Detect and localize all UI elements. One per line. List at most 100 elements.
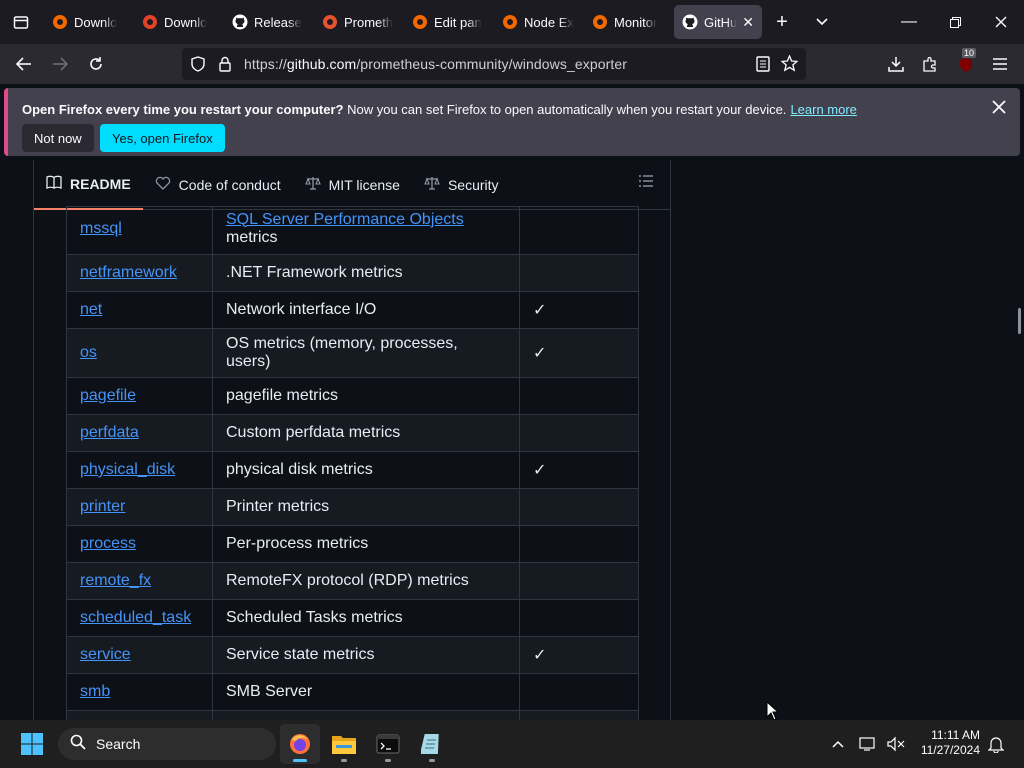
firefox-view-icon[interactable]: [0, 0, 42, 44]
readme-tab[interactable]: Security: [412, 160, 511, 210]
menu-hamburger-icon[interactable]: [982, 48, 1018, 80]
table-row: pagefile pagefile metrics: [66, 377, 639, 415]
collector-link[interactable]: pagefile: [80, 387, 136, 404]
forward-button[interactable]: [42, 48, 78, 80]
tab-title: Downlo: [74, 14, 118, 30]
collector-link[interactable]: os: [80, 344, 97, 361]
description-cell: RemoteFX protocol (RDP) metrics: [212, 562, 520, 600]
readme-tab[interactable]: Code of conduct: [143, 160, 293, 210]
lock-icon[interactable]: [218, 56, 232, 75]
restore-button[interactable]: [932, 0, 978, 44]
tab-title: Node Ex: [524, 14, 574, 30]
readme-tab[interactable]: MIT license: [293, 160, 412, 210]
description-text: Printer metrics: [226, 498, 330, 515]
heart-icon: [155, 176, 171, 193]
taskbar-terminal-icon[interactable]: [368, 724, 408, 764]
extensions-puzzle-icon[interactable]: [912, 48, 948, 80]
taskbar-firefox-icon[interactable]: [280, 724, 320, 764]
grafana-icon: [52, 14, 68, 30]
collector-link[interactable]: service: [80, 646, 131, 663]
collector-name-cell: printer: [66, 488, 213, 526]
collector-link[interactable]: perfdata: [80, 424, 139, 441]
close-window-button[interactable]: [978, 0, 1024, 44]
collector-link[interactable]: mssql: [80, 220, 122, 237]
scale-icon: [304, 176, 321, 193]
description-text: Per-process metrics: [226, 535, 369, 552]
readme-tab-label: Security: [447, 176, 499, 193]
collector-link[interactable]: smb: [80, 683, 110, 700]
description-text: pagefile metrics: [226, 387, 339, 404]
browser-tab[interactable]: Downlo: [134, 5, 222, 39]
collector-link[interactable]: net: [80, 301, 102, 318]
prometheus-icon: [322, 14, 338, 30]
collector-link[interactable]: remote_fx: [80, 572, 151, 589]
tab-title: Edit pan: [434, 14, 482, 30]
browser-tab[interactable]: Downlo: [44, 5, 132, 39]
description-text: OS metrics (memory, processes, users): [226, 335, 458, 370]
enabled-by-default-cell: [519, 673, 639, 711]
system-clock[interactable]: 11:11 AM 11/27/2024: [921, 728, 980, 758]
description-text: SMB Server: [226, 683, 313, 700]
yes-open-firefox-button[interactable]: Yes, open Firefox: [100, 124, 225, 152]
collector-link[interactable]: netframework: [80, 264, 177, 281]
learn-more-link[interactable]: Learn more: [790, 102, 856, 117]
default-browser-notification: Open Firefox every time you restart your…: [0, 84, 1024, 160]
table-row: printer Printer metrics: [66, 488, 639, 526]
description-text: .NET Framework metrics: [226, 264, 403, 281]
browser-tab[interactable]: GitHu ✕: [674, 5, 762, 39]
collector-link[interactable]: process: [80, 535, 136, 552]
readme-tab-label: MIT license: [328, 176, 400, 193]
collector-name-cell: os: [66, 328, 213, 378]
close-notification-icon[interactable]: [992, 98, 1006, 119]
description-cell: SQL Server Performance Objects metrics: [212, 206, 520, 255]
reload-button[interactable]: [78, 48, 114, 80]
bookmark-star-icon[interactable]: [780, 54, 799, 75]
table-row: remote_fx RemoteFX protocol (RDP) metrics: [66, 562, 639, 600]
notification-text: Now you can set Firefox to open automati…: [343, 102, 787, 117]
collector-link[interactable]: physical_disk: [80, 461, 175, 478]
outline-list-icon[interactable]: [638, 174, 654, 193]
description-cell: Service state metrics: [212, 636, 520, 674]
browser-tab[interactable]: Release: [224, 5, 312, 39]
navigation-toolbar: https://github.com/prometheus-community/…: [0, 44, 1024, 84]
collector-link[interactable]: printer: [80, 498, 125, 515]
collector-name-cell: netframework: [66, 254, 213, 292]
minimize-button[interactable]: —: [886, 0, 932, 44]
readme-tab[interactable]: README: [34, 160, 143, 210]
browser-tab[interactable]: Prometh: [314, 5, 402, 39]
tab-title: Prometh: [344, 14, 394, 30]
description-link[interactable]: SQL Server Performance Objects: [226, 211, 464, 228]
url-bar[interactable]: https://github.com/prometheus-community/…: [182, 48, 806, 80]
close-tab-icon[interactable]: ✕: [742, 14, 754, 31]
reader-view-icon[interactable]: [756, 56, 770, 75]
taskbar-file-explorer-icon[interactable]: [324, 724, 364, 764]
description-cell: SMB Server: [212, 673, 520, 711]
not-now-button[interactable]: Not now: [22, 124, 94, 152]
tracking-protection-shield-icon[interactable]: [190, 56, 206, 75]
browser-tab[interactable]: Edit pan: [404, 5, 492, 39]
taskbar-notepad-icon[interactable]: [412, 724, 452, 764]
collectors-table: mssql SQL Server Performance Objects metri…: [66, 206, 639, 720]
back-button[interactable]: [6, 48, 42, 80]
collector-name-cell: service: [66, 636, 213, 674]
downloads-icon[interactable]: [878, 48, 914, 80]
search-icon: [70, 734, 86, 754]
page-content: README Code of conduct MIT license Security…: [0, 160, 1024, 720]
taskbar-search[interactable]: Search: [58, 728, 276, 760]
collector-link[interactable]: scheduled_task: [80, 609, 191, 626]
notification-bell-icon[interactable]: [980, 724, 1012, 764]
list-all-tabs-button[interactable]: [802, 0, 842, 44]
page-scrollbar[interactable]: [1018, 308, 1021, 334]
enabled-by-default-cell: [519, 599, 639, 637]
url-text: https://github.com/prometheus-community/…: [244, 56, 628, 72]
active-app-indicator: [293, 759, 307, 762]
extension-badge: 10: [962, 48, 977, 58]
browser-tab[interactable]: Node Ex: [494, 5, 582, 39]
ublock-extension-icon[interactable]: 10: [948, 48, 984, 80]
volume-muted-icon[interactable]: [880, 724, 912, 764]
new-tab-button[interactable]: +: [762, 0, 802, 44]
tab-title: Downlo: [164, 14, 208, 30]
description-cell: Per-process metrics: [212, 525, 520, 563]
start-button[interactable]: [12, 724, 52, 764]
browser-tab[interactable]: Monitor: [584, 5, 672, 39]
